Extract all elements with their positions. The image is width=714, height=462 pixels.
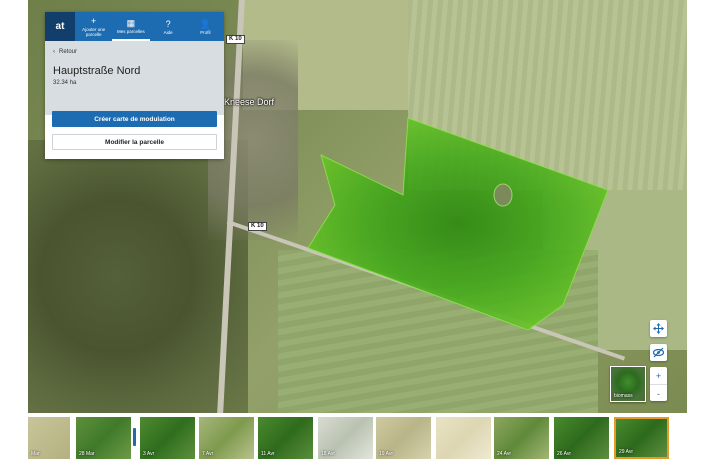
timeline-thumbnail[interactable]: 26 Avr xyxy=(554,417,609,459)
help-icon: ? xyxy=(165,18,171,29)
back-label: Retour xyxy=(59,49,78,55)
eye-off-icon xyxy=(653,347,664,358)
nav-label: Profil xyxy=(200,29,211,35)
thumbnail-date: 29 Avr xyxy=(619,449,634,455)
image-timeline: Mar 28 Mar 3 Avr 7 Avr 11 Avr 18 Avr 19 Avr 24 … xyxy=(28,417,687,462)
thumbnail-image xyxy=(436,417,491,459)
nav-label: Aide xyxy=(163,29,173,35)
chevron-left-icon: ‹ xyxy=(53,49,55,55)
thumbnail-date: Mar xyxy=(31,451,40,457)
timeline-thumbnail[interactable]: Mar xyxy=(28,417,70,459)
timeline-thumbnail[interactable]: 28 Mar xyxy=(76,417,131,459)
move-arrows-icon xyxy=(653,323,664,334)
nav-label: Ajouter une parcelle xyxy=(82,27,106,37)
nav-help[interactable]: ? Aide xyxy=(150,12,187,41)
thumbnail-date: 11 Avr xyxy=(261,451,275,457)
parcel-title: Hauptstraße Nord xyxy=(53,65,141,77)
timeline-scroll-indicator[interactable] xyxy=(133,428,136,446)
fit-extent-button[interactable] xyxy=(650,320,667,337)
back-link[interactable]: ‹ Retour xyxy=(53,49,216,55)
parcel-polygon[interactable] xyxy=(307,117,609,331)
parcel-hole xyxy=(493,183,513,207)
timeline-thumbnail[interactable]: 24 Avr xyxy=(494,417,549,459)
zoom-in-button[interactable]: + xyxy=(650,367,667,384)
road-label: K 10 xyxy=(226,35,245,44)
layer-switcher[interactable]: biomass xyxy=(610,366,646,402)
app-logo[interactable]: at xyxy=(45,12,75,41)
nav-label: Mes parcelles xyxy=(116,28,145,34)
zoom-out-button[interactable]: - xyxy=(650,385,667,402)
thumbnail-date: 18 Avr xyxy=(321,451,336,457)
parcels-icon: ▦ xyxy=(126,17,136,28)
top-navbar: at + Ajouter une parcelle ▦ Mes parcelle… xyxy=(45,12,224,41)
thumbnail-date: 24 Avr xyxy=(497,451,512,457)
panel-header: ‹ Retour Hauptstraße Nord 32.34 ha xyxy=(45,41,224,115)
layer-label: biomass xyxy=(614,393,633,399)
create-modulation-map-button[interactable]: Créer carte de modulation xyxy=(52,111,217,127)
thumbnail-date: 26 Avr xyxy=(557,451,572,457)
timeline-thumbnail[interactable]: 18 Avr xyxy=(318,417,373,459)
parcel-panel: at + Ajouter une parcelle ▦ Mes parcelle… xyxy=(45,12,224,159)
place-label: Kneese Dorf xyxy=(224,97,275,107)
timeline-thumbnail[interactable]: 19 Avr xyxy=(376,417,431,459)
timeline-thumbnail[interactable]: 11 Avr xyxy=(258,417,313,459)
toggle-layer-button[interactable] xyxy=(650,344,667,361)
app-window: K 10 K 10 Kneese Dorf at + Ajouter une p… xyxy=(0,0,714,462)
thumbnail-date: 3 Avr xyxy=(143,451,155,457)
timeline-thumbnail[interactable]: 7 Avr xyxy=(199,417,254,459)
thumbnail-date: 28 Mar xyxy=(79,451,95,457)
nav-add-parcel[interactable]: + Ajouter une parcelle xyxy=(75,12,112,41)
thumbnail-date: 19 Avr xyxy=(379,451,394,457)
nav-profile[interactable]: 👤 Profil xyxy=(187,12,224,41)
zoom-control: + - xyxy=(650,367,667,401)
nav-my-parcels[interactable]: ▦ Mes parcelles xyxy=(112,12,150,41)
user-icon: 👤 xyxy=(199,18,211,29)
timeline-thumbnail[interactable] xyxy=(436,417,491,459)
timeline-thumbnail[interactable]: 29 Avr xyxy=(614,417,669,459)
parcel-area: 32.34 ha xyxy=(53,80,77,86)
road-label: K 10 xyxy=(248,222,267,231)
plus-icon: + xyxy=(90,16,97,26)
edit-parcel-button[interactable]: Modifier la parcelle xyxy=(52,134,217,150)
timeline-thumbnail[interactable]: 3 Avr xyxy=(140,417,195,459)
thumbnail-date: 7 Avr xyxy=(202,451,214,457)
